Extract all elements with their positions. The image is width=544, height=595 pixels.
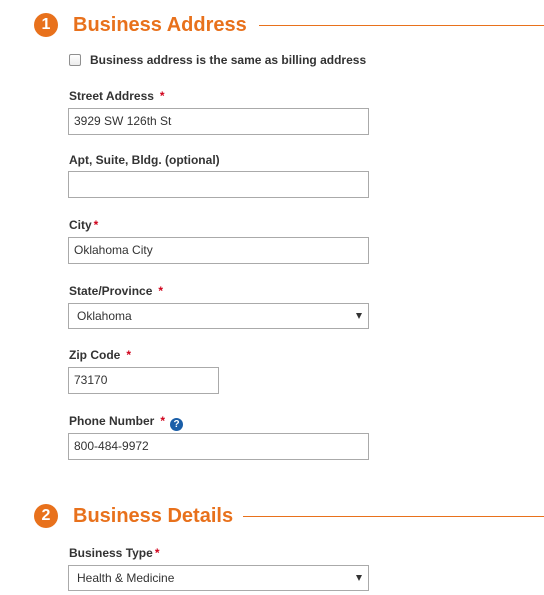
phone-number-label: Phone Number *? xyxy=(69,414,184,431)
street-address-input[interactable]: 3929 SW 126th St xyxy=(68,108,369,135)
section-divider xyxy=(259,25,544,26)
phone-number-input[interactable]: 800-484-9972 xyxy=(68,433,369,460)
zip-code-label: Zip Code * xyxy=(69,348,131,362)
section-title: Business Details xyxy=(73,505,234,527)
business-type-label-text: Business Type xyxy=(69,546,153,560)
section-header-business-address: 1 Business Address xyxy=(0,11,544,39)
section-header-business-details: 2 Business Details xyxy=(0,502,544,530)
city-input[interactable]: Oklahoma City xyxy=(68,237,369,264)
same-as-billing-label[interactable]: Business address is the same as billing … xyxy=(90,53,366,67)
city-label-text: City xyxy=(69,218,92,232)
business-type-label: Business Type * xyxy=(69,546,159,560)
same-as-billing-checkbox[interactable] xyxy=(69,54,81,66)
zip-code-input[interactable]: 73170 xyxy=(68,367,219,394)
business-type-select[interactable]: Health & Medicine xyxy=(68,565,369,591)
required-asterisk: * xyxy=(159,89,165,103)
state-province-label-text: State/Province xyxy=(69,284,153,298)
apt-suite-input[interactable] xyxy=(68,171,369,198)
state-province-label: State/Province * xyxy=(69,284,163,298)
section-title: Business Address xyxy=(73,14,247,36)
apt-suite-label-text: Apt, Suite, Bldg. (optional) xyxy=(69,153,220,167)
dropdown-arrow-icon xyxy=(356,575,362,581)
step-number-badge: 1 xyxy=(34,13,58,37)
apt-suite-label: Apt, Suite, Bldg. (optional) xyxy=(69,153,220,167)
zip-code-label-text: Zip Code xyxy=(69,348,121,362)
street-address-label: Street Address * xyxy=(69,89,165,103)
state-province-selected-value: Oklahoma xyxy=(77,309,132,323)
business-type-selected-value: Health & Medicine xyxy=(77,571,175,585)
required-asterisk: * xyxy=(154,546,160,560)
same-as-billing-row[interactable]: Business address is the same as billing … xyxy=(69,52,366,68)
question-circle-icon[interactable]: ? xyxy=(170,418,184,431)
section-divider xyxy=(243,516,544,517)
state-province-select[interactable]: Oklahoma xyxy=(68,303,369,329)
step-number-badge: 2 xyxy=(34,504,58,528)
required-asterisk: * xyxy=(126,348,131,362)
phone-number-label-text: Phone Number xyxy=(69,414,155,428)
city-label: City * xyxy=(69,218,98,232)
required-asterisk: * xyxy=(160,414,166,428)
dropdown-arrow-icon xyxy=(356,313,362,319)
required-asterisk: * xyxy=(158,284,164,298)
street-address-label-text: Street Address xyxy=(69,89,154,103)
required-asterisk: * xyxy=(93,218,99,232)
